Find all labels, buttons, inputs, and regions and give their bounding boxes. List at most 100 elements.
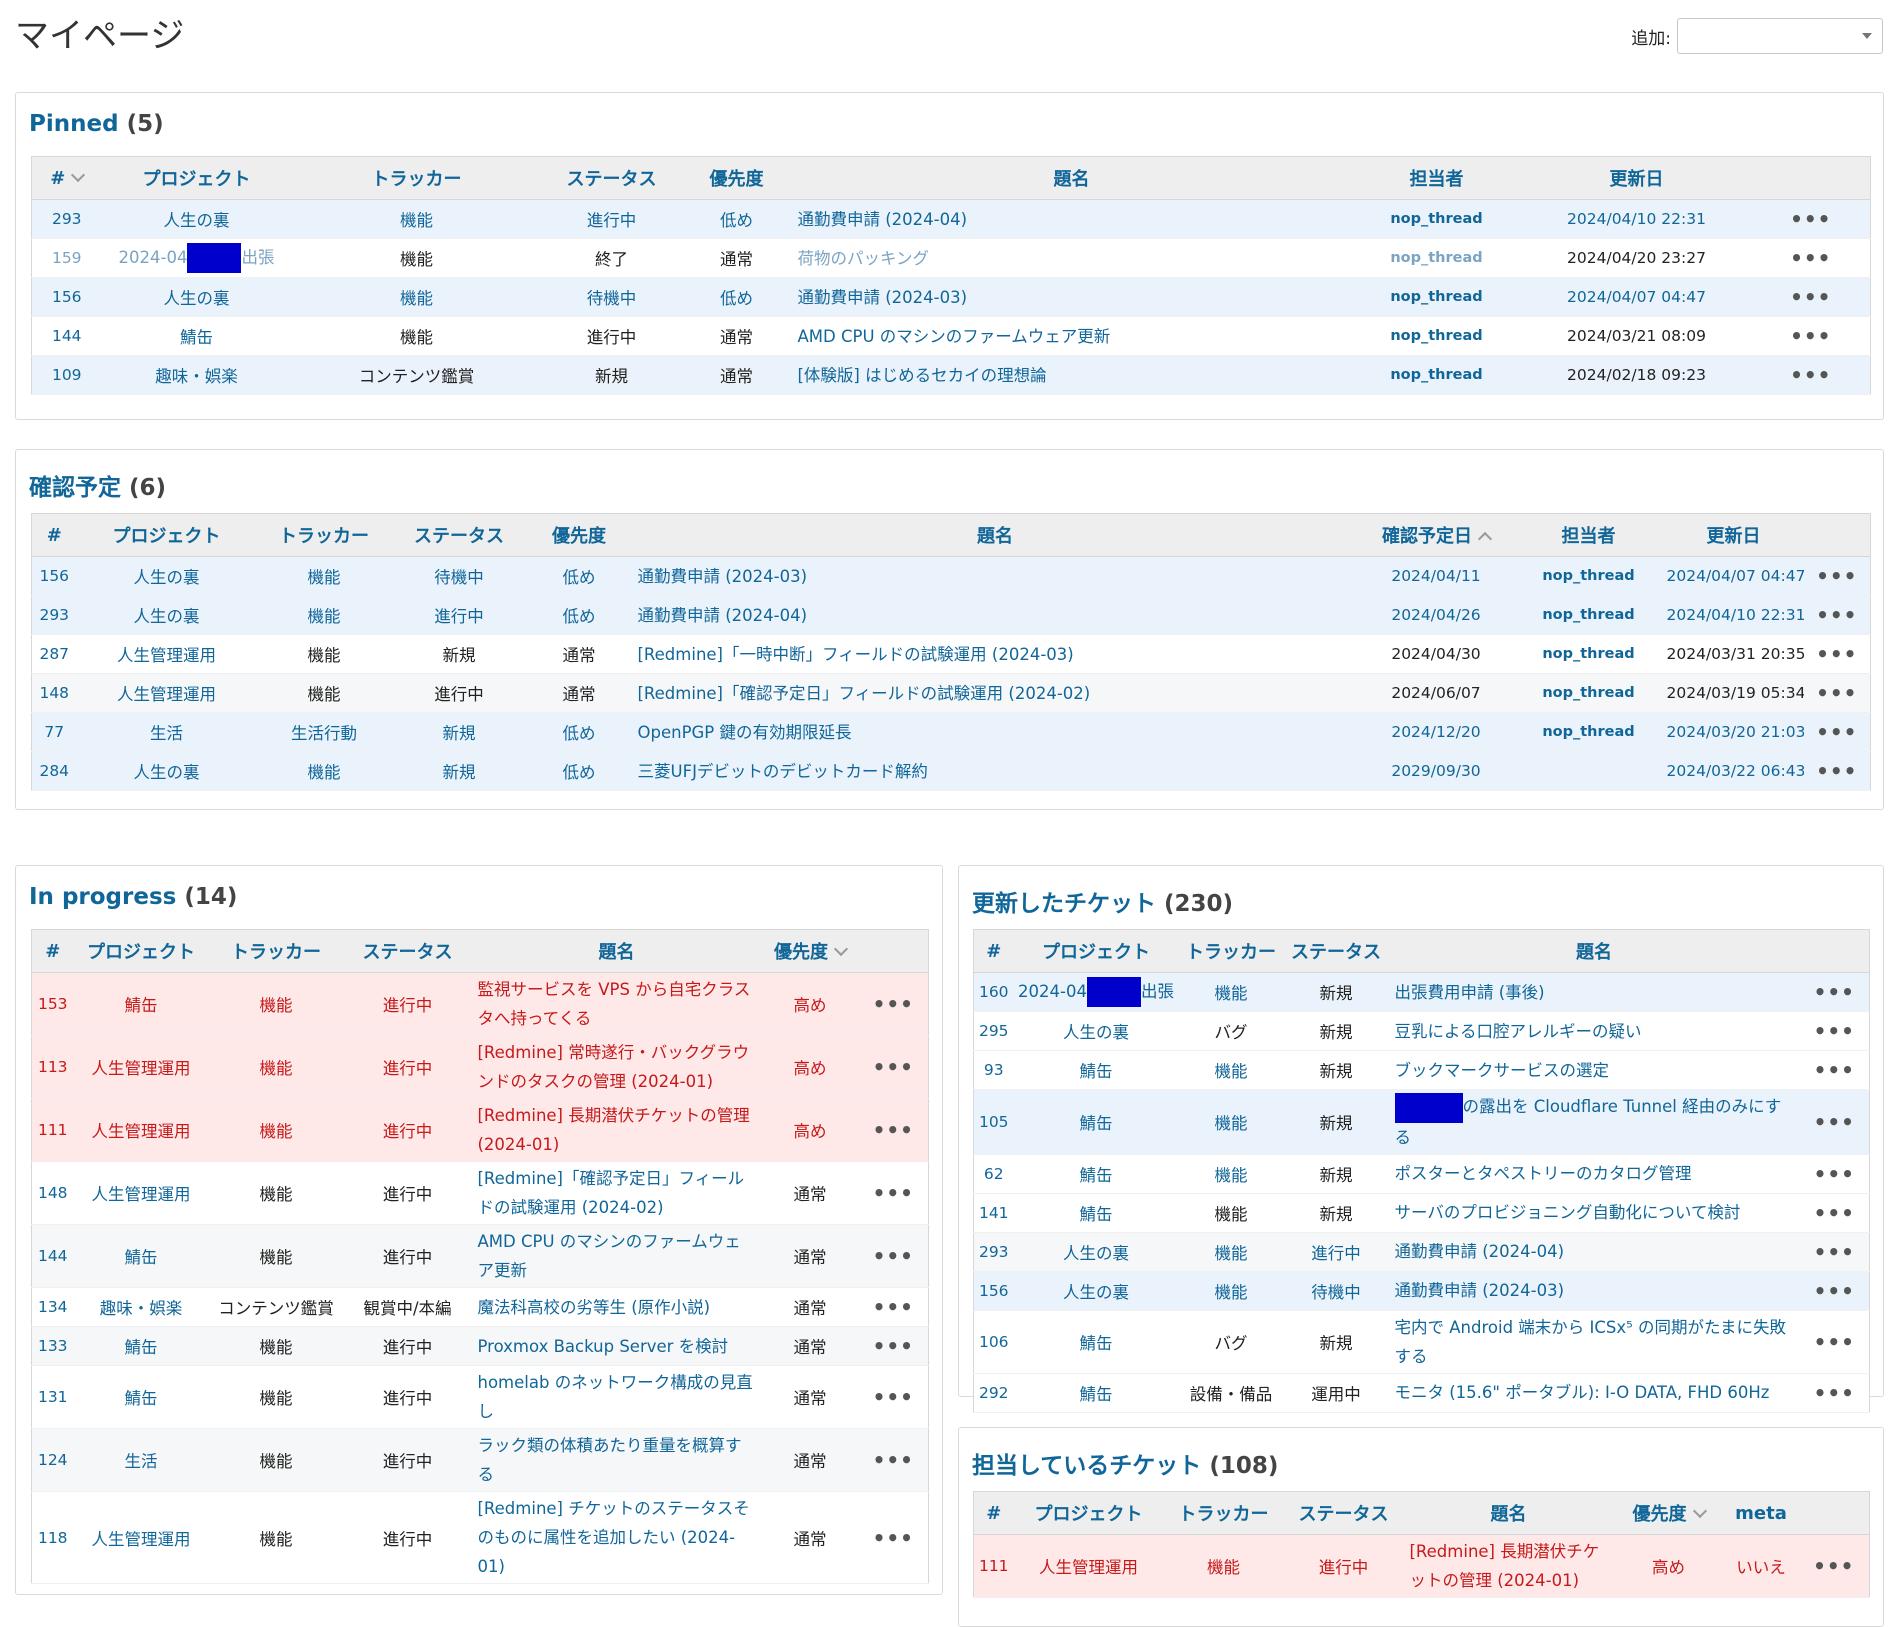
project-cell[interactable]: 鯖缶 [1013,1154,1179,1194]
assignee-cell[interactable] [1513,751,1664,791]
column-header-project[interactable]: プロジェクト [76,513,257,557]
subject-cell[interactable]: 荷物のパッキング [791,238,1352,278]
block-title-text[interactable]: 担当しているチケット [972,1453,1201,1479]
subject-cell-text[interactable]: 通勤費申請 (2024-03) [638,567,808,586]
project-cell-text[interactable]: 鯖缶 [1080,1062,1113,1081]
project-cell[interactable]: 人生管理運用 [73,1491,209,1584]
subject-cell[interactable]: homelab のネットワーク構成の見直し [471,1365,762,1429]
issue-id-cell-text[interactable]: 287 [39,645,69,663]
block-title[interactable]: 確認予定 (6) [29,468,166,502]
more-actions-icon[interactable]: ••• [1816,720,1857,744]
project-cell[interactable]: 人生管理運用 [73,1161,209,1225]
subject-cell[interactable]: 通勤費申請 (2024-04) [1388,1232,1800,1272]
column-header-project[interactable]: プロジェクト [1013,929,1179,973]
issue-id-cell-text[interactable]: 156 [979,1282,1009,1300]
issue-id-cell[interactable]: 77 [31,712,77,752]
subject-cell-text[interactable]: OpenPGP 鍵の有効期限延長 [638,723,852,742]
subject-cell-text[interactable]: 通勤費申請 (2024-04) [1395,1242,1565,1261]
add-block-select[interactable] [1677,18,1883,54]
column-header-subject[interactable]: 題名 [631,513,1359,557]
issue-id-cell-text[interactable]: 284 [39,762,69,780]
more-actions-icon[interactable]: ••• [873,1244,914,1268]
project-cell-text[interactable]: 人生の裏 [164,211,230,230]
issue-id-cell-text[interactable]: 131 [38,1388,68,1406]
issue-id-cell[interactable]: 293 [31,199,102,239]
subject-cell-text[interactable]: サーバのプロビジョニング自動化について検討 [1395,1203,1741,1222]
more-actions-icon[interactable]: ••• [873,1334,914,1358]
issue-id-cell-text[interactable]: 144 [38,1247,68,1265]
project-cell-text[interactable]: 鯖缶 [1080,1205,1113,1224]
column-header-updated[interactable]: 更新日 [1663,513,1804,557]
issue-id-cell-text[interactable]: 124 [38,1451,68,1469]
column-header-id[interactable]: # [973,1491,1014,1535]
subject-cell-text[interactable]: [Redmine] 長期潜伏チケットの管理 (2024-01) [478,1106,750,1154]
project-cell-text[interactable]: 趣味・娯楽 [100,1299,183,1318]
more-actions-icon[interactable]: ••• [1790,285,1831,309]
project-cell-text[interactable]: 人生管理運用 [1039,1558,1138,1577]
subject-cell[interactable]: モニタ (15.6" ポータブル): I-O DATA, FHD 60Hz [1388,1373,1800,1413]
block-title-text[interactable]: 更新したチケット [972,891,1156,917]
issue-id-cell[interactable]: 113 [31,1035,74,1099]
project-cell[interactable]: 人生の裏 [76,556,257,596]
project-cell-text[interactable]: 鯖缶 [180,328,213,347]
project-cell-text[interactable]: 人生の裏 [1063,1023,1129,1042]
subject-cell[interactable]: [体験版] はじめるセカイの理想論 [791,355,1352,395]
issue-id-cell-text[interactable]: 293 [39,606,69,624]
subject-cell-text[interactable]: ラック類の体積あたり重量を概算する [478,1436,742,1484]
project-cell-text[interactable]: 鯖缶 [1080,1385,1113,1404]
issue-id-cell[interactable]: 134 [31,1287,74,1327]
project-cell-text[interactable]: 鯖缶 [1080,1166,1113,1185]
subject-cell[interactable]: [Redmine]「一時中断」フィールドの試験運用 (2024-03) [631,634,1359,674]
project-cell-text[interactable]: 人生の裏 [164,289,230,308]
issue-id-cell[interactable]: 131 [31,1365,74,1429]
issue-id-cell-text[interactable]: 295 [979,1022,1009,1040]
project-cell[interactable]: 鯖缶 [1013,1373,1179,1413]
subject-cell[interactable]: ブックマークサービスの選定 [1388,1050,1800,1090]
column-header-subject[interactable]: 題名 [791,156,1352,200]
issue-id-cell-text[interactable]: 105 [979,1113,1009,1131]
project-link[interactable]: 2024-04 出張 [119,243,274,273]
issue-id-cell[interactable]: 144 [31,1224,74,1288]
column-header-priority[interactable]: 優先度 [526,513,632,557]
column-header-id[interactable]: # [973,929,1014,973]
issue-id-cell[interactable]: 93 [973,1050,1014,1090]
more-actions-icon[interactable]: ••• [1816,603,1857,627]
project-cell-text[interactable]: 人生の裏 [134,607,200,626]
issue-id-cell[interactable]: 141 [973,1193,1014,1233]
issue-id-cell[interactable]: 159 [31,238,102,278]
issue-id-cell-text[interactable]: 141 [979,1204,1009,1222]
column-header-subject[interactable]: 題名 [1403,1491,1614,1535]
project-cell-text[interactable]: 鯖缶 [125,996,158,1015]
subject-cell-text[interactable]: 三菱UFJデビットのデビットカード解約 [638,762,928,781]
issue-id-cell-text[interactable]: 148 [38,1184,68,1202]
project-cell[interactable]: 鯖缶 [1013,1050,1179,1090]
more-actions-icon[interactable]: ••• [1814,1162,1855,1186]
assignee-cell[interactable]: nop_thread [1351,199,1522,239]
more-actions-icon[interactable]: ••• [873,1448,914,1472]
issue-id-cell[interactable]: 118 [31,1491,74,1584]
issue-id-cell[interactable]: 62 [973,1154,1014,1194]
assignee-cell[interactable]: nop_thread [1513,712,1664,752]
project-cell[interactable]: 人生の裏 [101,277,292,317]
project-cell[interactable]: 生活 [73,1428,209,1492]
issue-id-cell-text[interactable]: 106 [979,1333,1009,1351]
subject-cell-text[interactable]: [Redmine]「確認予定日」フィールドの試験運用 (2024-02) [638,684,1091,703]
issue-id-cell-text[interactable]: 148 [39,684,69,702]
subject-cell[interactable]: OpenPGP 鍵の有効期限延長 [631,712,1359,752]
column-header-due-date[interactable]: 確認予定日 [1358,513,1514,557]
column-header-subject[interactable]: 題名 [1388,929,1800,973]
column-header-project[interactable]: プロジェクト [101,156,292,200]
subject-cell-text[interactable]: [体験版] はじめるセカイの理想論 [798,366,1047,385]
subject-cell-text[interactable]: 魔法科高校の劣等生 (原作小説) [478,1298,711,1317]
issue-id-cell[interactable]: 156 [31,277,102,317]
assignee-cell-text[interactable]: nop_thread [1542,646,1634,662]
project-cell[interactable]: 鯖缶 [73,972,209,1036]
issue-id-cell-text[interactable]: 144 [52,327,82,345]
issue-id-cell-text[interactable]: 156 [39,567,69,585]
subject-cell[interactable]: [Redmine] 長期潜伏チケットの管理 (2024-01) [1403,1534,1614,1598]
issue-id-cell-text[interactable]: 292 [979,1384,1009,1402]
issue-id-cell[interactable]: 295 [973,1011,1014,1051]
more-actions-icon[interactable]: ••• [1814,1381,1855,1405]
issue-id-cell[interactable]: 287 [31,634,77,674]
column-header-status[interactable]: ステータス [343,929,472,973]
